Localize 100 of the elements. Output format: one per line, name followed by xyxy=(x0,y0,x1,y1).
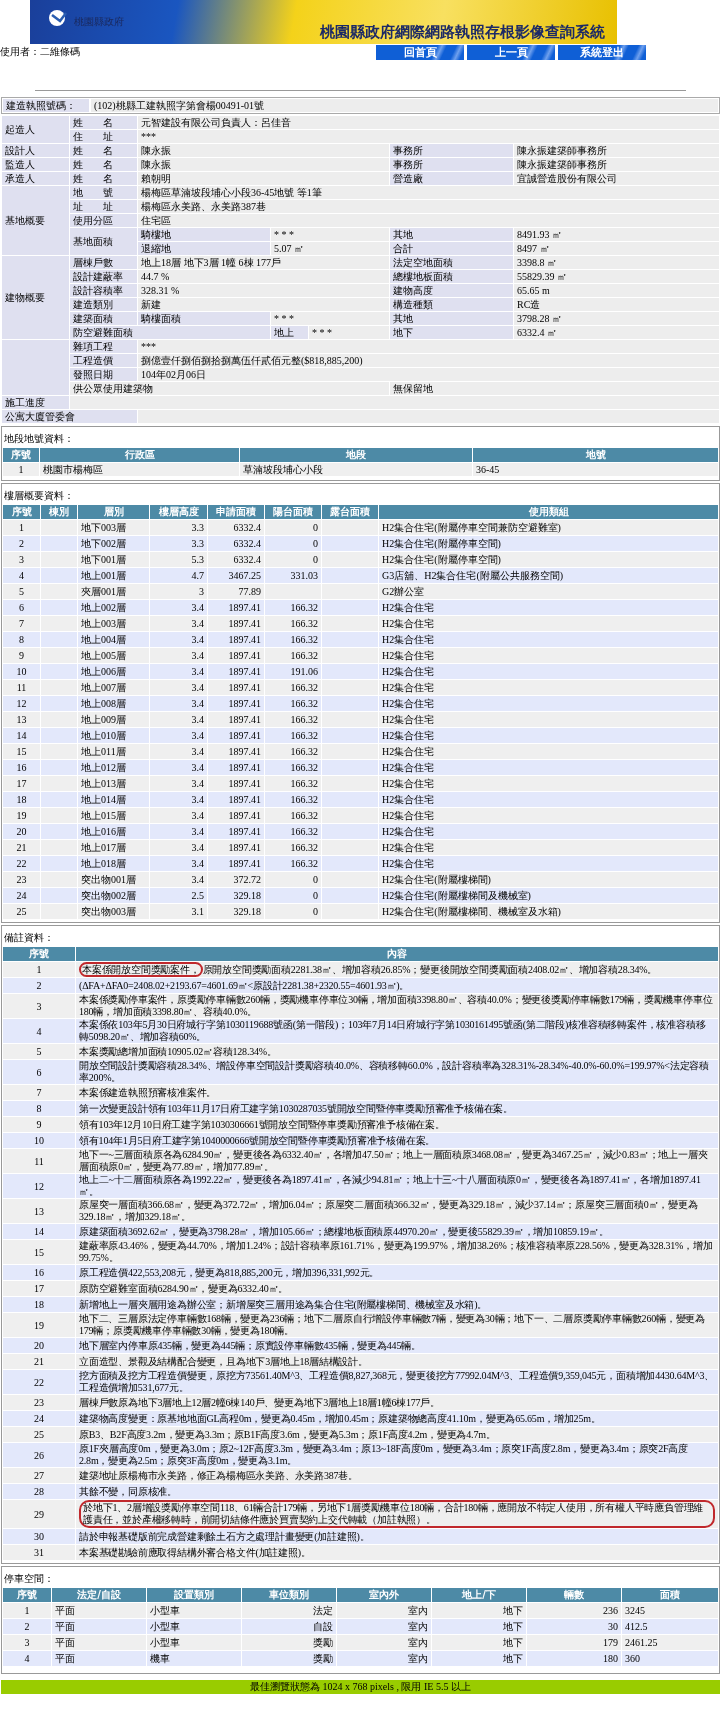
table-cell: 331.03 xyxy=(264,567,322,584)
table-cell: 7 xyxy=(2,1084,76,1101)
table-cell: 166.32 xyxy=(264,823,322,840)
table-cell: 3.4 xyxy=(149,775,208,792)
table-cell: 1897.41 xyxy=(207,711,265,728)
remark-text: 層棟戶數原為地下3層地上12層2幢6棟140戶、變更為地下3層地上18層1幢6棟177戶。 xyxy=(79,1396,440,1408)
nav-button[interactable]: 上一頁 xyxy=(467,45,555,60)
table-cell: 3.4 xyxy=(149,727,208,744)
table-cell: 地上018層 xyxy=(77,855,150,872)
section-title: 地段地號資料： xyxy=(3,432,75,446)
remark-text: 開放空間設計獎勵容積28.34%、增設停車空間設計獎勵容積40.0%、容積移轉60.0%，設計容積率為328.31%-28.34%-40.0%-60.0%=199.97%<法定容積率200%。 xyxy=(79,1060,709,1083)
table-cell: 0 xyxy=(264,871,322,888)
table-cell: 6332.4 xyxy=(207,535,265,552)
table-cell: G2辦公室 xyxy=(378,583,719,600)
remark-text: 領有103年12月10日府工建字第1030306661號開放空間暨停車獎勵預審准予核備在案。 xyxy=(79,1118,445,1130)
table-cell: 自設 xyxy=(241,1618,337,1635)
table-cell: H2集合住宅 xyxy=(378,615,719,632)
table-cell: 1897.41 xyxy=(207,807,265,824)
column-header: 陽台面積 xyxy=(264,504,322,520)
table-cell: H2集合住宅 xyxy=(378,807,719,824)
nav-button[interactable]: 回首頁 xyxy=(376,45,464,60)
table-cell: 166.32 xyxy=(264,615,322,632)
table-cell: 5 xyxy=(2,1043,76,1060)
remark-text: 地下層室內停車原435輛，變更為445輛；原實設停車輛數435輛，變更為445輛。 xyxy=(79,1339,421,1351)
nav-button[interactable]: 系統登出 xyxy=(558,45,646,60)
table-cell: G3店舖、H2集合住宅(附屬公共服務空間) xyxy=(378,567,719,584)
column-header: 行政區 xyxy=(39,447,240,463)
table-cell: 1897.41 xyxy=(207,791,265,808)
column-header: 棟別 xyxy=(40,504,78,520)
table-cell: 166.32 xyxy=(264,711,322,728)
table-cell: 地上007層 xyxy=(77,679,150,696)
column-header: 地上/下 xyxy=(431,1587,527,1603)
table-cell: 25 xyxy=(2,1426,76,1443)
table-cell: 3.4 xyxy=(149,855,208,872)
table-cell: 法定 xyxy=(241,1602,337,1619)
table-cell: 地上001層 xyxy=(77,567,150,584)
table-cell: 地上015層 xyxy=(77,807,150,824)
table-cell: 平面 xyxy=(51,1602,147,1619)
column-header: 地段 xyxy=(239,447,473,463)
table-cell: 412.5 xyxy=(621,1618,719,1635)
remark-text: 立面造型、景觀及結構配合變更，且為地下3層地上18層結構設計。 xyxy=(79,1355,368,1367)
table-cell: H2集合住宅(附屬樓梯間、機械室及水箱) xyxy=(378,903,719,920)
remark-text: 請於申報基礎版前完成營建剩餘土石方之處理計畫變更(加註建照)。 xyxy=(79,1530,370,1542)
table-cell: 166.32 xyxy=(264,695,322,712)
table-cell: 3.3 xyxy=(149,535,208,552)
table-cell: 179 xyxy=(526,1634,622,1651)
column-header: 內容 xyxy=(75,946,719,962)
table-cell: 3.4 xyxy=(149,807,208,824)
table-cell: 166.32 xyxy=(264,679,322,696)
table-cell: 地上008層 xyxy=(77,695,150,712)
table-cell: 2.5 xyxy=(149,887,208,904)
column-header: 序號 xyxy=(2,946,76,962)
table-cell: 1897.41 xyxy=(207,679,265,696)
table-cell: 1 xyxy=(2,961,76,978)
column-header: 序號 xyxy=(2,1587,52,1603)
table-cell: 室內 xyxy=(336,1634,432,1651)
table-cell: 25 xyxy=(2,903,41,920)
table-cell: 12 xyxy=(2,1173,76,1199)
table-cell: 14 xyxy=(2,1223,76,1240)
table-cell: 平面 xyxy=(51,1650,147,1667)
table-cell: 1897.41 xyxy=(207,743,265,760)
table-cell: 1897.41 xyxy=(207,823,265,840)
column-header: 面積 xyxy=(621,1587,719,1603)
table-cell: 地上009層 xyxy=(77,711,150,728)
remark-text: 原防空避難室面積6284.90㎡，變更為6332.40㎡。 xyxy=(79,1282,289,1294)
table-cell: 166.32 xyxy=(264,743,322,760)
table-cell: 13 xyxy=(2,1198,76,1224)
table-cell: 3.4 xyxy=(149,791,208,808)
table-cell: 1897.41 xyxy=(207,839,265,856)
table-cell: 166.32 xyxy=(264,647,322,664)
table-cell: 8 xyxy=(2,631,41,648)
table-cell: 17 xyxy=(2,775,41,792)
table-cell: 6332.4 xyxy=(207,519,265,536)
table-cell: 166.32 xyxy=(264,839,322,856)
table-cell: 突出物002層 xyxy=(77,887,150,904)
table-cell: 372.72 xyxy=(207,871,265,888)
table-cell: 地上017層 xyxy=(77,839,150,856)
table-cell: 獎勵 xyxy=(241,1650,337,1667)
table-cell: 4.7 xyxy=(149,567,208,584)
remark-text: 建蔽率原43.46%，變更為44.70%，增加1.24%；設計容積率原161.71%，變更為199.97%，增加38.26%；核准容積率原228.56%，變更為328.31%，增加99.75%。 xyxy=(79,1240,713,1263)
table-cell: 17 xyxy=(2,1280,76,1297)
table-cell: 1897.41 xyxy=(207,615,265,632)
table-cell: 29 xyxy=(2,1499,76,1529)
table-cell: 3.4 xyxy=(149,711,208,728)
table-cell: 166.32 xyxy=(264,631,322,648)
table-cell: 0 xyxy=(264,903,322,920)
table-cell: 地上002層 xyxy=(77,599,150,616)
table-cell: 8 xyxy=(2,1100,76,1117)
table-cell: H2集合住宅 xyxy=(378,791,719,808)
remark-text: 本案獎勵總增加面積10905.02㎡容積128.34%。 xyxy=(79,1045,277,1057)
table-cell: 27 xyxy=(2,1467,76,1484)
table-cell: 5.3 xyxy=(149,551,208,568)
user-label: 使用者：二維條碼 xyxy=(0,45,80,58)
table-cell: 3467.25 xyxy=(207,567,265,584)
table-cell: 166.32 xyxy=(264,727,322,744)
field-value: 元智建設有限公司負責人：呂佳音 xyxy=(137,115,720,130)
table-cell: H2集合住宅 xyxy=(378,759,719,776)
column-header: 序號 xyxy=(2,447,40,463)
table-cell: 地上012層 xyxy=(77,759,150,776)
table-cell: H2集合住宅 xyxy=(378,695,719,712)
